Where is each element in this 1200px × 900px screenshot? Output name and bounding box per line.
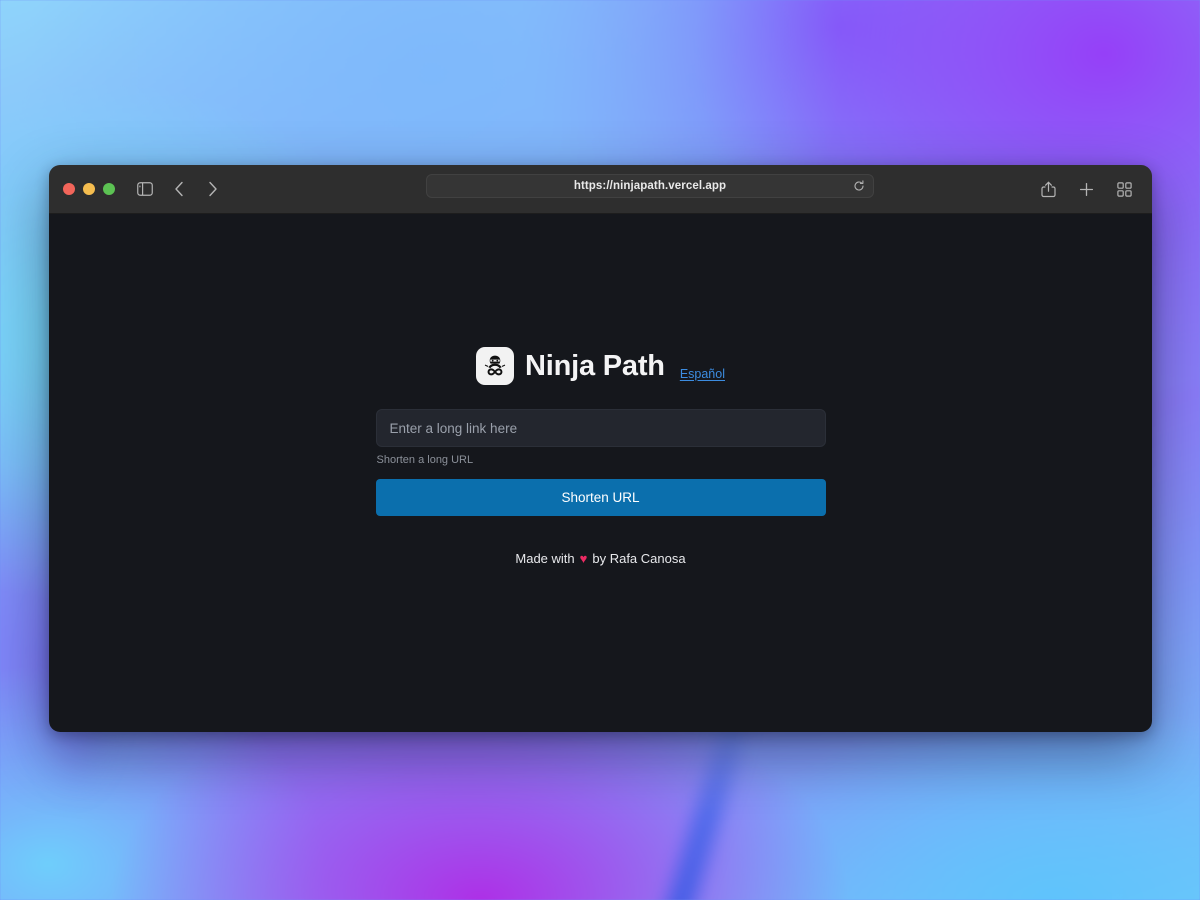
shorten-form: Shorten a long URL Shorten URL [375,409,826,516]
minimize-window-button[interactable] [83,183,95,195]
back-button[interactable] [165,175,193,203]
footer-prefix: Made with [515,551,575,566]
footer-credit: Made with ♥ by Rafa Canosa [515,551,685,566]
new-tab-icon[interactable] [1072,175,1100,203]
footer-suffix: by Rafa Canosa [592,551,686,566]
shorten-url-button[interactable]: Shorten URL [375,479,826,516]
reload-icon[interactable] [853,180,865,192]
page-content: Ninja Path Español Shorten a long URL Sh… [49,214,1152,732]
address-bar[interactable]: https://ninjapath.vercel.app [426,174,874,198]
forward-button[interactable] [199,175,227,203]
close-window-button[interactable] [63,183,75,195]
navigation-buttons [165,175,227,203]
toolbar-actions [1034,175,1138,203]
input-helper-text: Shorten a long URL [376,454,474,466]
traffic-lights [63,183,115,195]
browser-window: https://ninjapath.vercel.app Ninja Path … [49,165,1152,732]
browser-toolbar: https://ninjapath.vercel.app [49,165,1152,214]
ninja-logo-icon [476,347,514,385]
maximize-window-button[interactable] [103,183,115,195]
language-switch-link[interactable]: Español [680,367,725,381]
long-url-input[interactable] [375,409,826,447]
tab-overview-icon[interactable] [1110,175,1138,203]
sidebar-toggle-icon[interactable] [131,175,159,203]
heart-icon: ♥ [579,551,588,566]
share-icon[interactable] [1034,175,1062,203]
brand-header: Ninja Path Español [476,347,725,385]
page-title: Ninja Path [525,349,665,382]
address-url-text: https://ninjapath.vercel.app [573,180,727,192]
